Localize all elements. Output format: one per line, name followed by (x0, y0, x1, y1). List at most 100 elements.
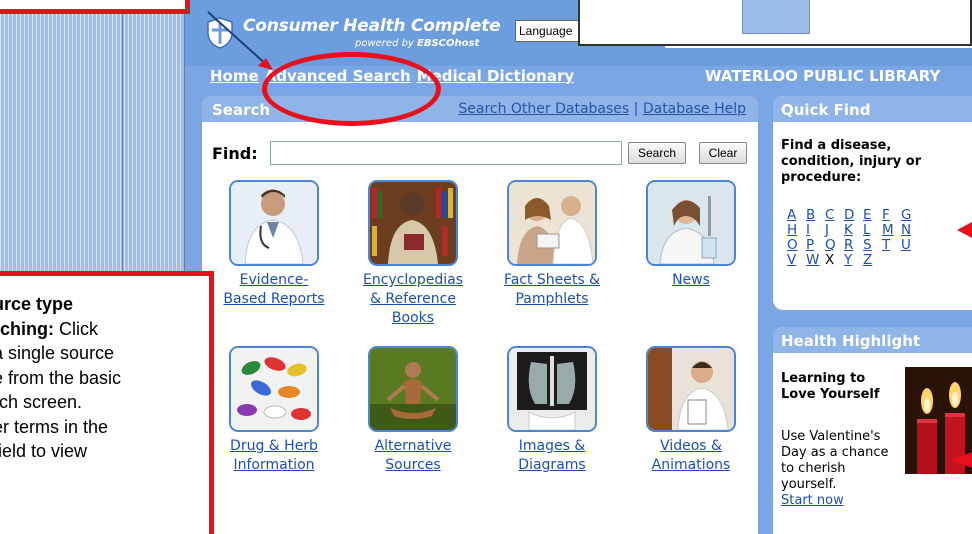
letter-link-q[interactable]: Q (825, 238, 844, 253)
find-input[interactable] (270, 141, 622, 165)
tile-label: Videos & Animations (621, 437, 761, 475)
clear-button[interactable]: Clear (699, 142, 747, 164)
letter-link-h[interactable]: H (787, 223, 806, 238)
health-highlight-panel: Health Highlight Learning to Love Yourse… (773, 327, 972, 534)
letter-link-j[interactable]: J (825, 223, 844, 238)
tile-label-line: Information (233, 457, 315, 473)
letter-link-v[interactable]: V (787, 253, 806, 268)
screenshot-stage: Consumer Health Complete powered by EBSC… (0, 0, 972, 534)
callout-line: field to view (0, 441, 88, 461)
library-name: WATERLOO PUBLIC LIBRARY (705, 67, 941, 85)
doctor-with-tablet-icon (646, 346, 736, 432)
chest-x-ray-icon (507, 346, 597, 432)
source-type-evidence-based-reports[interactable]: Evidence- Based Reports (204, 180, 344, 309)
source-type-alternative-sources[interactable]: Alternative Sources (343, 346, 483, 475)
ebsco-shield-logo-icon (207, 17, 233, 49)
letter-link-m[interactable]: M (882, 223, 901, 238)
nav-home-link[interactable]: Home (210, 67, 259, 85)
tile-label-line: Images & (518, 438, 586, 454)
letter-link-i[interactable]: I (806, 223, 825, 238)
scientist-with-pipette-icon (646, 180, 736, 266)
overlay-inner-panel (742, 0, 810, 34)
tile-label-line: Fact Sheets & (503, 272, 601, 288)
letter-link-t[interactable]: T (882, 238, 901, 253)
letter-link-r[interactable]: R (844, 238, 863, 253)
callout-line: rching: Click (0, 317, 203, 342)
tile-label-line: Animations (651, 457, 731, 473)
letter-link-d[interactable]: D (844, 208, 863, 223)
powered-by-prefix: powered by (355, 38, 418, 49)
letter-link-k[interactable]: K (844, 223, 863, 238)
alphabet-index: ABCDEFG HIJKLMN OPQRSTU VWXYZ (787, 208, 920, 268)
letter-link-g[interactable]: G (901, 208, 920, 223)
candles-icon (905, 367, 972, 474)
source-type-fact-sheets[interactable]: Fact Sheets & Pamphlets (482, 180, 622, 309)
quick-find-title: Quick Find (773, 96, 972, 122)
nav-medical-dictionary-link[interactable]: Medical Dictionary (417, 67, 574, 85)
letter-link-f[interactable]: F (882, 208, 901, 223)
powered-by-name: EBSCOhost (417, 38, 480, 49)
letter-link-u[interactable]: U (901, 238, 920, 253)
database-help-link[interactable]: Database Help (643, 101, 746, 117)
man-with-bookshelf-icon (368, 180, 458, 266)
link-separator: | (633, 101, 639, 117)
doctor-with-stethoscope-icon (229, 180, 319, 266)
letter-link-s[interactable]: S (863, 238, 882, 253)
alphabet-row: HIJKLMN (787, 223, 920, 238)
tile-label-line: Diagrams (518, 457, 586, 473)
tile-label: Evidence- Based Reports (204, 271, 344, 309)
search-panel-links: Search Other Databases | Database Help (458, 101, 746, 117)
search-panel: Search Search Other Databases | Database… (202, 96, 758, 534)
pills-icon (229, 346, 319, 432)
search-other-databases-link[interactable]: Search Other Databases (458, 101, 629, 117)
health-highlight-title: Health Highlight (773, 327, 972, 353)
alphabet-row: OPQRSTU (787, 238, 920, 253)
tile-label: Images & Diagrams (482, 437, 622, 475)
tile-label-line: News (672, 272, 710, 288)
alphabet-row: VWXYZ (787, 253, 920, 268)
letter-link-o[interactable]: O (787, 238, 806, 253)
annotation-ellipse (262, 52, 441, 126)
source-type-encyclopedias[interactable]: Encyclopedias & Reference Books (343, 180, 483, 328)
search-panel-title: Search (212, 101, 271, 119)
letter-link-a[interactable]: A (787, 208, 806, 223)
letter-link-w[interactable]: W (806, 253, 825, 268)
doctor-and-patient-icon (507, 180, 597, 266)
letter-link-c[interactable]: C (825, 208, 844, 223)
tile-label: Drug & Herb Information (204, 437, 344, 475)
tile-label-line: Videos & (660, 438, 722, 454)
letter-link-b[interactable]: B (806, 208, 825, 223)
annotation-callout-top (0, 0, 190, 14)
callout-heading: urce type (0, 294, 74, 314)
source-type-news[interactable]: News (621, 180, 761, 290)
tile-label: Fact Sheets & Pamphlets (482, 271, 622, 309)
letter-link-n[interactable]: N (901, 223, 920, 238)
source-type-videos-animations[interactable]: Videos & Animations (621, 346, 761, 475)
callout-line: rch screen. (0, 392, 83, 412)
quick-find-panel: Quick Find Find a disease, condition, in… (773, 96, 972, 310)
source-type-drug-herb[interactable]: Drug & Herb Information (204, 346, 344, 475)
tile-label-line: Alternative (374, 438, 452, 454)
letter-link-l[interactable]: L (863, 223, 882, 238)
letter-link-z[interactable]: Z (863, 253, 882, 268)
callout-line: e from the basic (0, 367, 122, 388)
callout-line: urce type (0, 292, 203, 317)
brand-title: Consumer Health Complete (243, 16, 501, 36)
callout-heading: rching: (0, 318, 54, 339)
meditating-woman-icon (368, 346, 458, 432)
letter-link-p[interactable]: P (806, 238, 825, 253)
tile-label-line: Books (391, 310, 435, 326)
callout-body: Click (54, 318, 98, 339)
letter-link-e[interactable]: E (863, 208, 882, 223)
letter-link-y[interactable]: Y (844, 253, 863, 268)
source-type-images-diagrams[interactable]: Images & Diagrams (482, 346, 622, 475)
highlight-start-now-link[interactable]: Start now (781, 493, 844, 508)
highlight-body: Use Valentine's Day as a chance to cheri… (781, 429, 889, 492)
tile-label-line: & Reference (370, 291, 456, 307)
tile-label-line: Drug & Herb (230, 438, 318, 454)
powered-by: powered by EBSCOhost (355, 38, 479, 49)
overlay-window-fragment (578, 0, 972, 46)
alphabet-row: ABCDEFG (787, 208, 920, 223)
search-button[interactable]: Search (628, 142, 686, 164)
callout-line: a single source (0, 343, 115, 363)
